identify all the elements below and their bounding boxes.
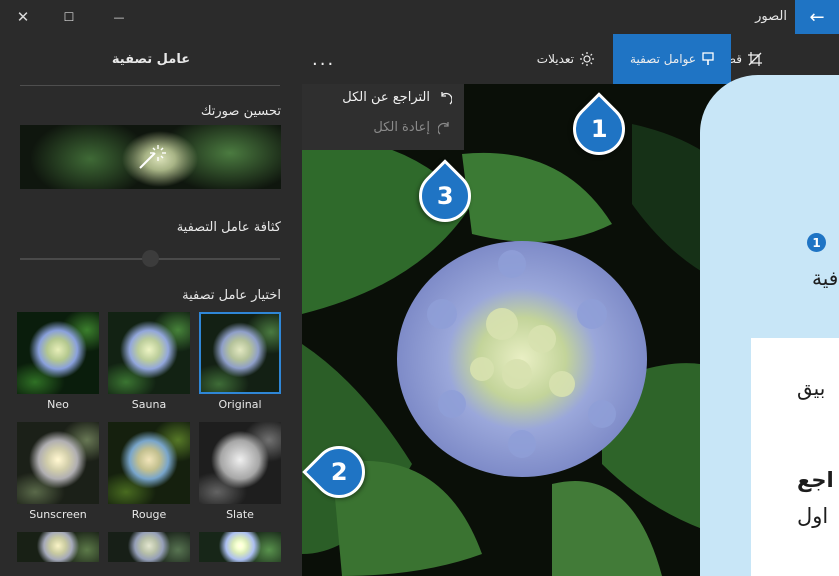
callout-number: 1 [590,114,608,143]
filter-thumbnail [17,312,99,394]
magic-wand-icon [139,145,166,169]
filter-sauna[interactable]: Sauna [108,312,190,411]
filter-thumbnail [199,532,281,562]
redo-icon [438,121,449,134]
filter-name: Neo [47,398,69,411]
filter-thumbnail [199,422,281,504]
filter-name: Rouge [131,508,167,521]
undo-all-label: التراجع عن الكل [342,90,430,105]
undo-all-menu-item[interactable]: التراجع عن الكل [342,90,452,105]
callout-number: 2 [330,458,348,487]
filter-thumbnail-partial[interactable] [199,532,281,562]
panel-title: عامل تصفية [111,52,191,67]
title-bar: ✕ ☐ — الصور ← [0,0,839,34]
back-button[interactable]: ← [795,0,839,34]
app-title: الصور [755,9,787,24]
instruction-card-inner [751,338,839,576]
maximize-icon: ☐ [63,10,75,24]
filter-thumbnail-partial[interactable] [17,532,99,562]
panel-divider [20,85,280,86]
filter-rouge[interactable]: Rouge [108,422,190,521]
step-badge: 1 [807,233,826,252]
close-icon: ✕ [16,8,30,26]
intensity-slider-thumb[interactable] [142,250,159,267]
filter-panel: عامل تصفية تحسين صورتك كثافة عامل التصفي… [0,34,302,576]
filter-original[interactable]: Original [199,312,281,411]
minimize-icon: — [113,10,125,24]
adjustments-label: تعديلات [536,52,574,66]
minimize-window-button[interactable]: — [96,0,142,34]
filter-thumbnail [17,532,99,562]
callout-number: 3 [436,181,454,210]
photo-canvas[interactable] [302,84,752,576]
maximize-window-button[interactable]: ☐ [46,0,92,34]
filter-slate[interactable]: Slate [199,422,281,521]
instruction-text-3: اجع [797,468,834,492]
filter-name: Sauna [131,398,167,411]
brush-icon [702,52,714,65]
hydrangea-photo [302,84,752,576]
back-arrow-icon: ← [809,6,825,28]
redo-all-menu-item[interactable]: إعادة الكل [373,120,452,135]
brightness-icon [580,52,594,66]
undo-icon [441,91,452,104]
filter-thumbnail [17,422,99,504]
filters-button[interactable]: عوامل تصفية [613,34,731,84]
instruction-text-2: بيق [797,376,826,400]
filter-sunscreen[interactable]: Sunscreen [17,422,99,521]
filters-label: عوامل تصفية [630,52,696,66]
edit-dropdown-menu: التراجع عن الكل إعادة الكل [302,84,464,150]
filter-thumbnail [108,532,190,562]
close-window-button[interactable]: ✕ [0,0,46,34]
filter-name: Slate [226,508,254,521]
filter-name: Sunscreen [29,508,87,521]
filter-thumbnail [199,312,281,394]
choose-filter-label: اختيار عامل تصفية [182,288,281,303]
intensity-label: كثافة عامل التصفية [176,220,281,235]
redo-all-label: إعادة الكل [373,120,430,135]
crop-icon [748,52,762,66]
adjustments-button[interactable]: تعديلات [537,34,594,84]
enhance-photo-button[interactable] [20,125,281,189]
more-options-button[interactable]: ... [312,34,335,84]
filter-thumbnail-partial[interactable] [108,532,190,562]
enhance-label: تحسين صورتك [200,104,281,119]
instruction-text-1: فية [812,266,839,290]
filter-neo[interactable]: Neo [17,312,99,411]
filter-thumbnail [108,422,190,504]
instruction-text-4: اول [797,504,829,528]
more-icon: ... [312,48,336,70]
filter-thumbnail [108,312,190,394]
filter-name: Original [218,398,262,411]
